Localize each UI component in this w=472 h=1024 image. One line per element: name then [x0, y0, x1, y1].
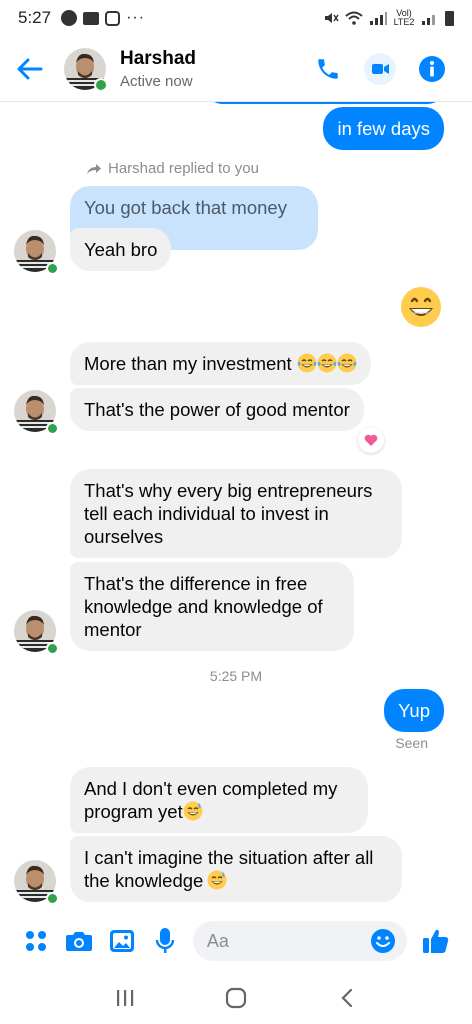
signal-icon-2: [422, 15, 435, 25]
online-indicator: [46, 642, 59, 655]
gallery-icon: [110, 930, 134, 952]
home-icon: [225, 987, 247, 1009]
emoji-button[interactable]: [369, 927, 397, 955]
seen-indicator: Seen: [395, 735, 428, 751]
back-arrow-icon: [17, 58, 43, 79]
phone-icon: [318, 58, 338, 79]
chat-header: Harshad Active now: [0, 36, 472, 102]
reply-note-text: Harshad replied to you: [108, 160, 259, 177]
sender-avatar[interactable]: [14, 230, 59, 275]
camera-icon: [65, 932, 92, 951]
message-incoming[interactable]: I can't imagine the situation after all …: [70, 836, 402, 902]
message-incoming[interactable]: Yeah bro: [70, 228, 172, 271]
wifi-icon: [345, 11, 363, 25]
message-outgoing-partial[interactable]: [206, 102, 444, 104]
message-text: More than my investment: [84, 353, 292, 374]
camera-button[interactable]: [57, 918, 100, 964]
system-icons: Vol) LTE2: [323, 9, 454, 27]
network-label: Vol) LTE2: [393, 8, 415, 27]
header-actions: [310, 51, 472, 87]
message-text: I can't imagine the situation after all …: [84, 847, 374, 891]
message-input[interactable]: [206, 930, 357, 952]
emoji-icon: [370, 929, 395, 953]
contact-name: Harshad: [120, 47, 197, 69]
grinning-face-emoji[interactable]: [400, 286, 442, 328]
like-button[interactable]: [415, 918, 458, 964]
voice-call-button[interactable]: [310, 51, 346, 87]
nav-back-button[interactable]: [327, 978, 367, 1018]
system-navigation-bar: [0, 972, 472, 1024]
message-incoming[interactable]: That's the power of good mentor: [70, 388, 364, 431]
contact-avatar[interactable]: [64, 48, 108, 92]
thumbs-up-icon: [423, 929, 449, 953]
notification-icons: ···: [61, 9, 145, 27]
sender-avatar[interactable]: [14, 390, 59, 435]
grin-emoji-icon: [207, 870, 227, 890]
more-actions-button[interactable]: [14, 918, 57, 964]
reply-arrow-icon: [87, 163, 101, 174]
joy-emoji-icon: [337, 353, 357, 373]
back-button[interactable]: [0, 39, 60, 99]
message-icon: [83, 11, 100, 25]
microphone-icon: [156, 928, 175, 953]
status-time: 5:27: [18, 8, 52, 27]
message-composer: [0, 910, 472, 972]
online-indicator: [46, 262, 59, 275]
recents-icon: [117, 990, 134, 1006]
facebook-icon: [61, 10, 78, 26]
info-icon: [419, 55, 445, 82]
menu-dots-icon: [25, 931, 46, 951]
timestamp: 5:25 PM: [209, 668, 263, 684]
contact-info[interactable]: Harshad Active now: [120, 48, 196, 90]
joy-emoji-icon: [297, 353, 317, 373]
battery-icon: [445, 10, 454, 26]
message-outgoing[interactable]: in few days: [323, 107, 444, 150]
sender-avatar[interactable]: [14, 860, 59, 905]
info-button[interactable]: [414, 51, 450, 87]
message-incoming[interactable]: That's why every big entrepreneurs tell …: [70, 469, 402, 558]
recents-button[interactable]: [105, 978, 145, 1018]
message-list[interactable]: in few days Harshad replied to you You g…: [0, 102, 472, 910]
gallery-button[interactable]: [100, 918, 143, 964]
video-call-icon: [364, 52, 396, 85]
instagram-icon: [105, 10, 121, 26]
more-notifications-icon: ···: [126, 9, 146, 26]
message-outgoing[interactable]: Yup: [384, 689, 444, 732]
sweat-smile-emoji-icon: [183, 801, 203, 821]
joy-emoji-icon: [317, 353, 337, 373]
home-button[interactable]: [216, 978, 256, 1018]
signal-icon: [370, 12, 387, 25]
mute-icon: [325, 13, 339, 23]
heart-icon: [364, 434, 378, 446]
online-indicator: [94, 77, 108, 92]
reply-note: Harshad replied to you: [86, 160, 259, 177]
video-call-button[interactable]: [362, 51, 398, 87]
status-bar: 5:27 ··· Vol) LTE2: [0, 0, 472, 36]
message-incoming[interactable]: More than my investment: [70, 342, 371, 385]
online-indicator: [46, 422, 59, 435]
message-text: And I don't even completed my program ye…: [84, 778, 338, 822]
heart-reaction[interactable]: [358, 427, 384, 453]
contact-status: Active now: [120, 72, 193, 90]
message-incoming[interactable]: That's the difference in free knowledge …: [70, 562, 354, 651]
message-input-box[interactable]: [192, 921, 407, 961]
sender-avatar[interactable]: [14, 610, 59, 655]
back-icon: [341, 988, 352, 1008]
voice-message-button[interactable]: [144, 918, 187, 964]
online-indicator: [46, 892, 59, 905]
message-incoming[interactable]: And I don't even completed my program ye…: [70, 767, 368, 833]
